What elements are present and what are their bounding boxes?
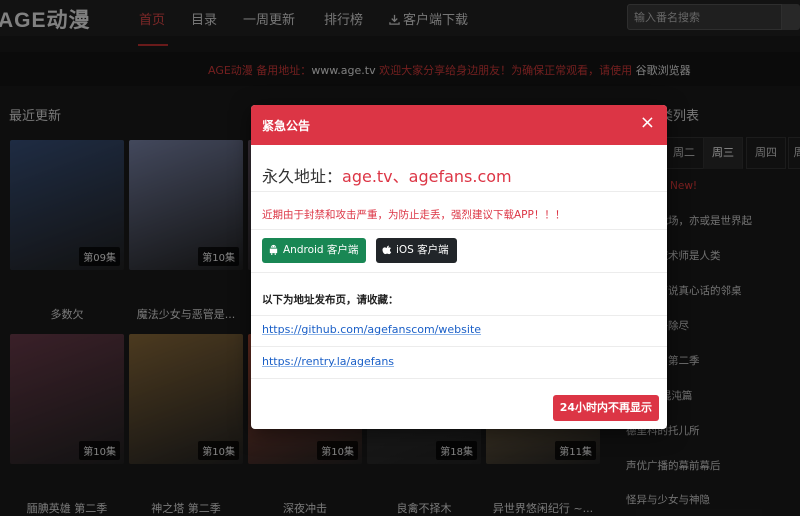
- bookmark-hint: 以下为地址发布页，请收藏：: [262, 294, 399, 306]
- apple-icon: [382, 245, 392, 255]
- divider: [251, 272, 667, 273]
- android-client-button[interactable]: Android 客户端: [262, 238, 367, 263]
- address-label: 永久地址：: [262, 167, 343, 186]
- permanent-address: 永久地址：age.tv、agefans.com: [262, 163, 512, 187]
- warning-text: 近期由于封禁和攻击严重，为防止走丢，强烈建议下载APP！！！: [262, 209, 566, 221]
- divider: [251, 346, 667, 347]
- ios-button-label: iOS 客户端: [396, 244, 449, 256]
- modal-header: 紧急公告 ×: [251, 105, 667, 145]
- rentry-link[interactable]: https://rentry.la/agefans: [262, 355, 394, 368]
- address-value: age.tv、agefans.com: [342, 167, 512, 186]
- modal-title: 紧急公告: [262, 119, 311, 133]
- dismiss-24h-button[interactable]: 24小时内不再显示: [552, 395, 659, 421]
- android-icon: [269, 244, 278, 255]
- divider: [251, 315, 667, 316]
- ios-client-button[interactable]: iOS 客户端: [376, 238, 457, 263]
- android-button-label: Android 客户端: [283, 244, 359, 256]
- close-icon[interactable]: ×: [640, 114, 655, 132]
- urgent-notice-modal: 紧急公告 × 永久地址：age.tv、agefans.com 近期由于封禁和攻击…: [251, 105, 667, 429]
- github-link[interactable]: https://github.com/agefanscom/website: [262, 323, 481, 336]
- divider: [251, 229, 667, 230]
- divider: [251, 378, 667, 379]
- divider: [251, 191, 667, 192]
